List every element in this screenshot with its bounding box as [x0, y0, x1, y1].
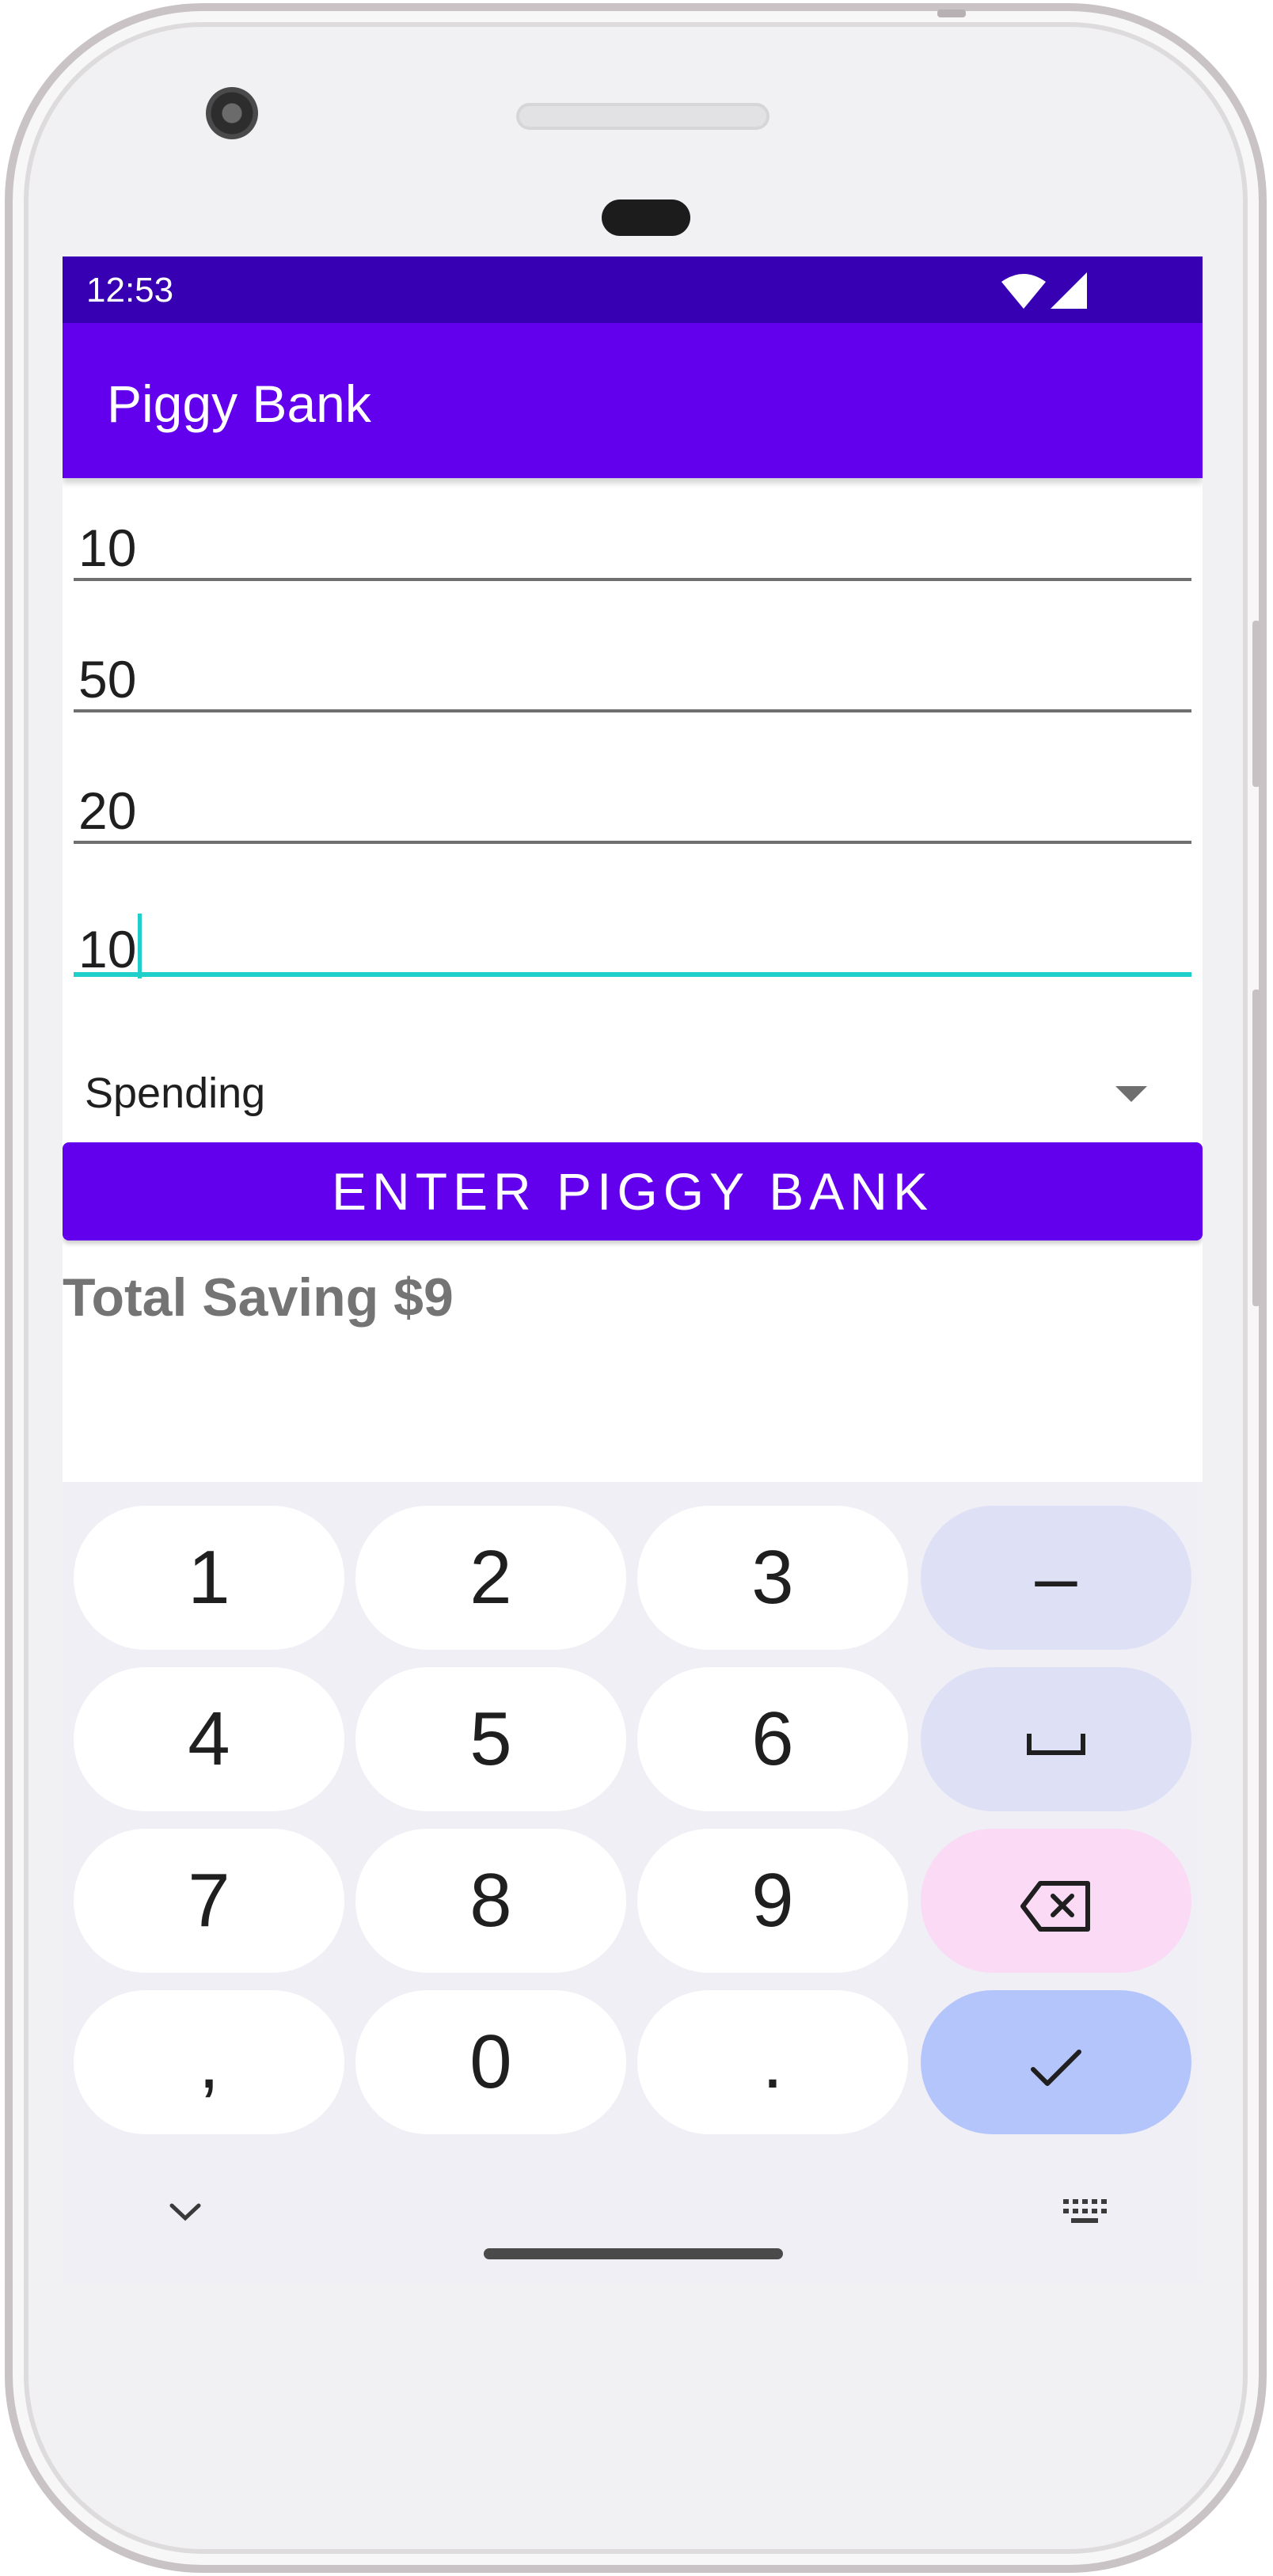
numeric-keyboard: 1 2 3 – 4 5 6 7 8 9 , 0 . [63, 1482, 1203, 2283]
dropdown-arrow-icon [1115, 1086, 1147, 1102]
key-1[interactable]: 1 [74, 1506, 344, 1650]
home-gesture-bar[interactable] [484, 2248, 783, 2259]
wifi-icon [1001, 274, 1046, 309]
field-value: 20 [78, 781, 137, 840]
field-underline [74, 972, 1191, 977]
key-done[interactable] [921, 1990, 1191, 2134]
status-time: 12:53 [86, 271, 174, 310]
key-3[interactable]: 3 [637, 1506, 908, 1650]
key-4[interactable]: 4 [74, 1667, 344, 1811]
field-underline [74, 709, 1191, 712]
backspace-icon [1020, 1880, 1090, 1932]
field-underline [74, 578, 1191, 581]
power-button [937, 9, 966, 17]
earpiece-speaker [516, 103, 770, 130]
key-9[interactable]: 9 [637, 1829, 908, 1973]
checkmark-icon [1031, 2049, 1081, 2086]
keyboard-bottom-bar [63, 2171, 1203, 2283]
amount-field-4[interactable]: 10 [74, 882, 1191, 979]
key-comma[interactable]: , [74, 1990, 344, 2134]
field-value: 10 [78, 920, 137, 978]
text-cursor [138, 914, 142, 978]
side-button [1252, 990, 1260, 1306]
category-spinner[interactable]: Spending [74, 1048, 1191, 1135]
signal-icon [1051, 272, 1087, 309]
field-value-wrap: 10 [78, 914, 142, 979]
proximity-sensor [602, 199, 690, 236]
key-0[interactable]: 0 [355, 1990, 626, 2134]
keyboard-switch-icon[interactable] [1062, 2196, 1108, 2228]
amount-field-1[interactable]: 10 [74, 486, 1191, 581]
amount-field-3[interactable]: 20 [74, 749, 1191, 844]
screen: 12:53 Piggy Bank 10 50 20 10 Spending EN… [63, 256, 1203, 2283]
key-period[interactable]: . [637, 1990, 908, 2134]
field-underline [74, 841, 1191, 844]
key-5[interactable]: 5 [355, 1667, 626, 1811]
app-title: Piggy Bank [107, 374, 371, 433]
key-7[interactable]: 7 [74, 1829, 344, 1973]
total-saving-text: Total Saving $9 [63, 1267, 454, 1328]
key-8[interactable]: 8 [355, 1829, 626, 1973]
amount-field-2[interactable]: 50 [74, 617, 1191, 712]
key-6[interactable]: 6 [637, 1667, 908, 1811]
key-2[interactable]: 2 [355, 1506, 626, 1650]
field-value: 10 [78, 519, 137, 577]
chevron-down-icon[interactable] [167, 2201, 203, 2225]
key-space[interactable] [921, 1667, 1191, 1811]
volume-button [1252, 621, 1260, 787]
space-icon [1027, 1733, 1085, 1755]
front-camera [206, 87, 258, 139]
field-value: 50 [78, 650, 137, 709]
key-backspace[interactable] [921, 1829, 1191, 1973]
enter-piggy-bank-button[interactable]: ENTER PIGGY BANK [63, 1142, 1203, 1241]
spinner-selected: Spending [85, 1070, 266, 1117]
status-bar: 12:53 [63, 256, 1203, 323]
app-bar: Piggy Bank [63, 323, 1203, 478]
key-minus[interactable]: – [921, 1506, 1191, 1650]
